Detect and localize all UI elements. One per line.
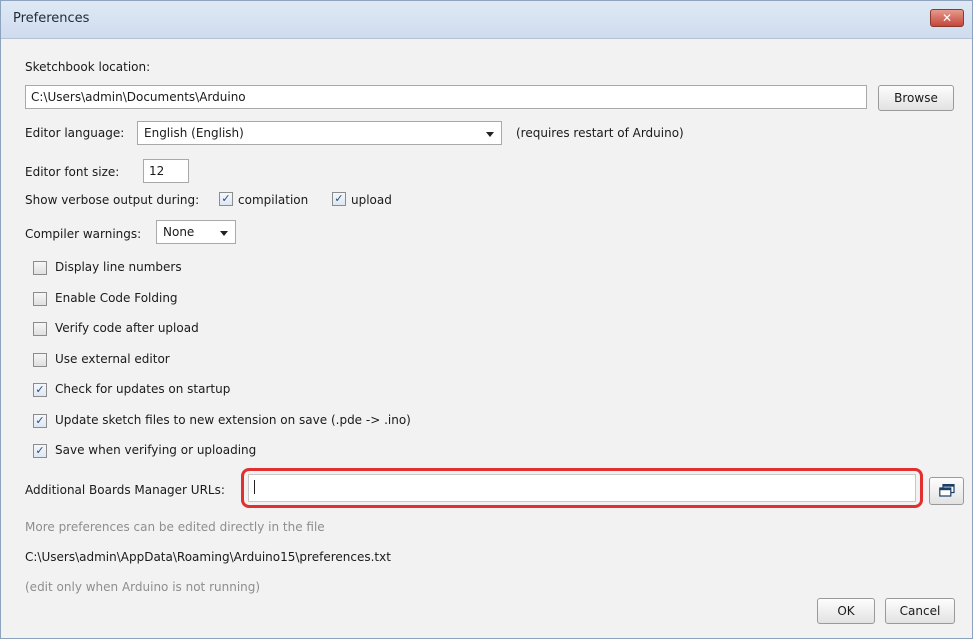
editor-language-label: Editor language: [25, 126, 125, 140]
update-sketch-files-checkbox[interactable]: ✓ [33, 414, 47, 428]
text-cursor [254, 479, 255, 494]
preferences-panel: Sketchbook location: C:\Users\admin\Docu… [9, 40, 964, 632]
sketchbook-location-label: Sketchbook location: [25, 60, 151, 74]
verbose-output-label: Show verbose output during: [25, 193, 200, 207]
boards-manager-urls-label: Additional Boards Manager URLs: [25, 483, 225, 497]
upload-checkbox[interactable]: ✓ [332, 192, 346, 206]
verify-code-checkbox[interactable] [33, 322, 47, 336]
compiler-warnings-select[interactable]: None [156, 220, 236, 244]
window-list-icon [939, 484, 955, 497]
compiler-warnings-value: None [163, 225, 195, 239]
editor-font-size-label: Editor font size: [25, 165, 120, 179]
use-external-editor-checkbox[interactable] [33, 353, 47, 367]
upload-label: upload [351, 193, 392, 207]
edit-only-note: (edit only when Arduino is not running) [25, 580, 261, 594]
compilation-checkbox[interactable]: ✓ [219, 192, 233, 206]
check-for-updates-label: Check for updates on startup [55, 382, 231, 396]
title-bar: Preferences ✕ [1, 1, 972, 39]
verify-code-label: Verify code after upload [55, 321, 199, 335]
boards-manager-urls-field[interactable] [248, 474, 916, 502]
window-title: Preferences [13, 11, 90, 26]
editor-font-size-field[interactable]: 12 [143, 159, 189, 183]
enable-code-folding-label: Enable Code Folding [55, 291, 178, 305]
more-preferences-note: More preferences can be edited directly … [25, 520, 325, 534]
chevron-down-icon [486, 132, 494, 137]
display-line-numbers-label: Display line numbers [55, 260, 182, 274]
sketchbook-location-field[interactable]: C:\Users\admin\Documents\Arduino [25, 85, 867, 109]
cancel-button[interactable]: Cancel [885, 598, 955, 624]
enable-code-folding-checkbox[interactable] [33, 292, 47, 306]
close-button[interactable]: ✕ [930, 9, 964, 27]
restart-note: (requires restart of Arduino) [516, 126, 684, 140]
save-when-verifying-checkbox[interactable]: ✓ [33, 444, 47, 458]
editor-language-value: English (English) [144, 126, 244, 140]
compiler-warnings-label: Compiler warnings: [25, 227, 142, 241]
browse-button[interactable]: Browse [878, 85, 954, 111]
editor-language-select[interactable]: English (English) [137, 121, 502, 145]
preferences-file-path: C:\Users\admin\AppData\Roaming\Arduino15… [25, 550, 391, 564]
display-line-numbers-checkbox[interactable] [33, 261, 47, 275]
check-for-updates-checkbox[interactable]: ✓ [33, 383, 47, 397]
update-sketch-files-label: Update sketch files to new extension on … [55, 413, 411, 427]
save-when-verifying-label: Save when verifying or uploading [55, 443, 257, 457]
chevron-down-icon [220, 231, 228, 236]
preferences-window: Preferences ✕ Sketchbook location: C:\Us… [0, 0, 973, 639]
ok-button[interactable]: OK [817, 598, 875, 624]
use-external-editor-label: Use external editor [55, 352, 170, 366]
compilation-label: compilation [238, 193, 309, 207]
boards-manager-urls-edit-button[interactable] [929, 477, 964, 505]
